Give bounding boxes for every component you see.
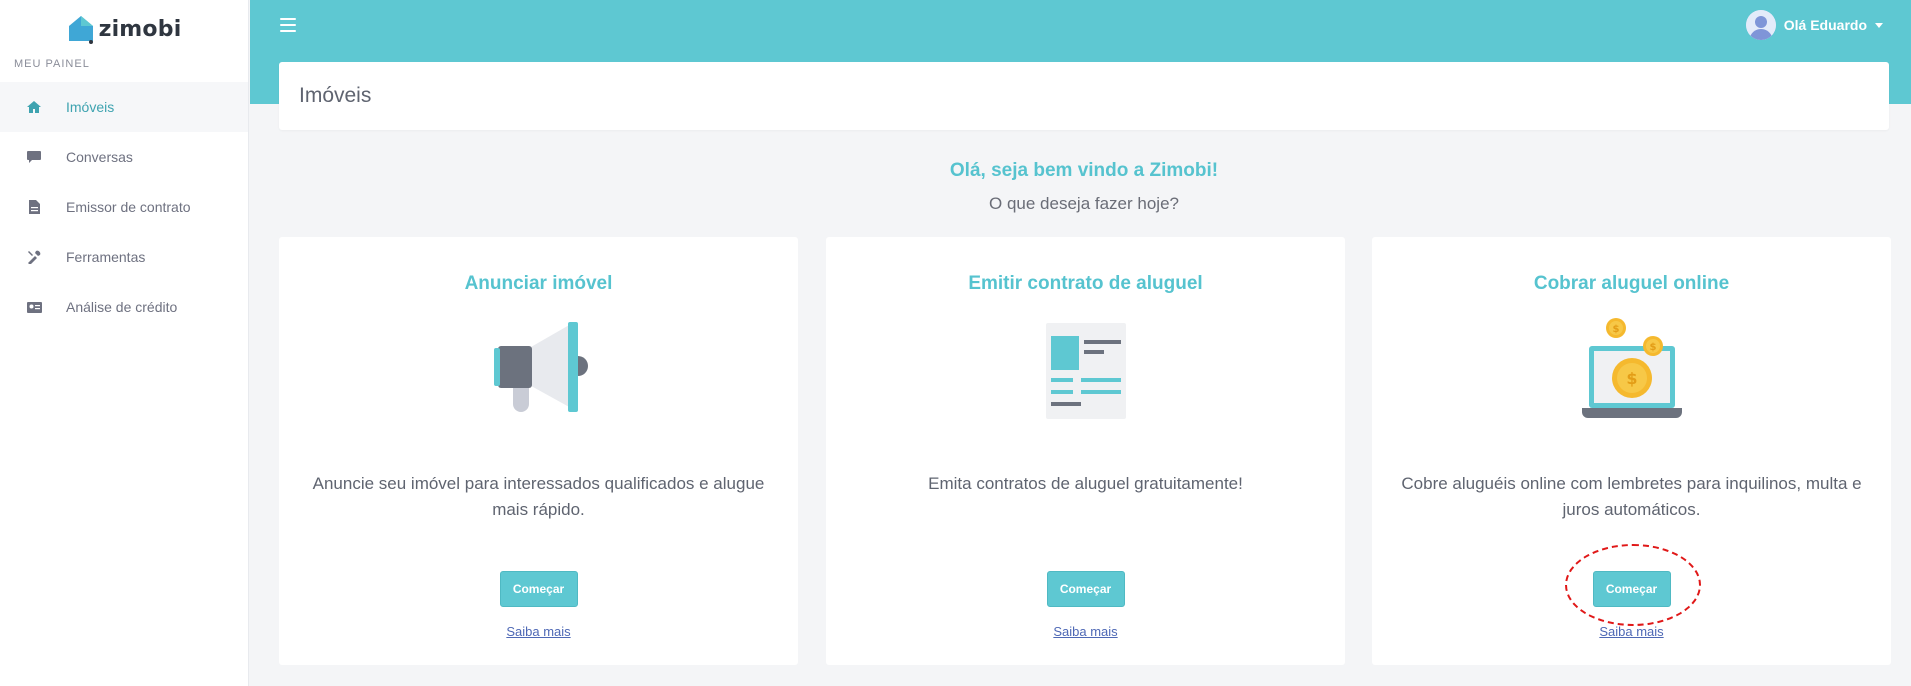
user-menu[interactable]: Olá Eduardo	[1745, 10, 1883, 40]
brand-logo[interactable]: zimobi	[0, 0, 248, 54]
comecar-button[interactable]: Começar	[1592, 571, 1671, 607]
svg-text:$: $	[1626, 369, 1637, 388]
card-title: Emitir contrato de aluguel	[968, 273, 1203, 294]
laptop-coins-icon: $ $ $	[1577, 316, 1687, 426]
user-greeting: Olá Eduardo	[1783, 17, 1867, 33]
contract-icon	[1031, 316, 1141, 426]
sidebar-item-imoveis[interactable]: Imóveis	[0, 82, 248, 132]
svg-text:$: $	[1649, 342, 1656, 353]
card-emitir-contrato: Emitir contrato de aluguel Emita contrat…	[826, 237, 1345, 665]
sidebar-item-label: Conversas	[66, 149, 133, 165]
welcome-title: Olá, seja bem vindo a Zimobi!	[949, 160, 1219, 181]
chevron-down-icon	[1875, 22, 1883, 28]
page-title: Imóveis	[299, 84, 372, 107]
card-description: Cobre aluguéis online com lembretes para…	[1401, 474, 1862, 519]
page-header: Imóveis	[279, 62, 1889, 130]
tools-icon	[26, 249, 42, 265]
card-title: Anunciar imóvel	[464, 273, 613, 294]
sidebar-item-label: Análise de crédito	[66, 299, 178, 315]
megaphone-icon	[484, 316, 594, 426]
sidebar-item-emissor-contrato[interactable]: Emissor de contrato	[0, 182, 248, 232]
sidebar: zimobi MEU PAINEL Imóveis Conversas Emis…	[0, 0, 249, 686]
saiba-mais-link[interactable]: Saiba mais	[279, 624, 798, 639]
sidebar-heading: MEU PAINEL	[14, 58, 90, 70]
sidebar-item-ferramentas[interactable]: Ferramentas	[0, 232, 248, 282]
sidebar-item-label: Imóveis	[66, 99, 115, 115]
saiba-mais-link[interactable]: Saiba mais	[826, 624, 1345, 639]
sidebar-item-label: Ferramentas	[66, 249, 146, 265]
svg-text:$: $	[1612, 324, 1619, 335]
saiba-mais-link[interactable]: Saiba mais	[1372, 624, 1891, 639]
sidebar-nav: Imóveis Conversas Emissor de contrato Fe…	[0, 82, 248, 332]
document-icon	[26, 199, 42, 215]
comecar-button[interactable]: Começar	[499, 571, 578, 607]
chat-icon	[26, 149, 42, 165]
brand-name: zimobi	[98, 16, 182, 42]
home-icon	[26, 99, 42, 115]
card-cobrar-aluguel: Cobrar aluguel online $ $ $ Cobre alugué…	[1372, 237, 1891, 665]
welcome-subtitle: O que deseja fazer hoje?	[989, 194, 1179, 213]
card-anunciar-imovel: Anunciar imóvel Anuncie seu imóvel para …	[279, 237, 798, 665]
sidebar-item-label: Emissor de contrato	[66, 199, 191, 215]
menu-toggle-icon[interactable]	[280, 18, 296, 32]
house-logo-icon	[68, 16, 93, 44]
avatar	[1745, 10, 1776, 40]
card-description: Emita contratos de aluguel gratuitamente…	[928, 474, 1243, 493]
welcome-section: Olá, seja bem vindo a Zimobi! O que dese…	[279, 160, 1889, 214]
id-card-icon	[26, 299, 42, 315]
sidebar-item-conversas[interactable]: Conversas	[0, 132, 248, 182]
sidebar-item-analise-credito[interactable]: Análise de crédito	[0, 282, 248, 332]
card-title: Cobrar aluguel online	[1533, 273, 1730, 294]
card-description: Anuncie seu imóvel para interessados qua…	[312, 474, 765, 519]
comecar-button[interactable]: Começar	[1046, 571, 1125, 607]
